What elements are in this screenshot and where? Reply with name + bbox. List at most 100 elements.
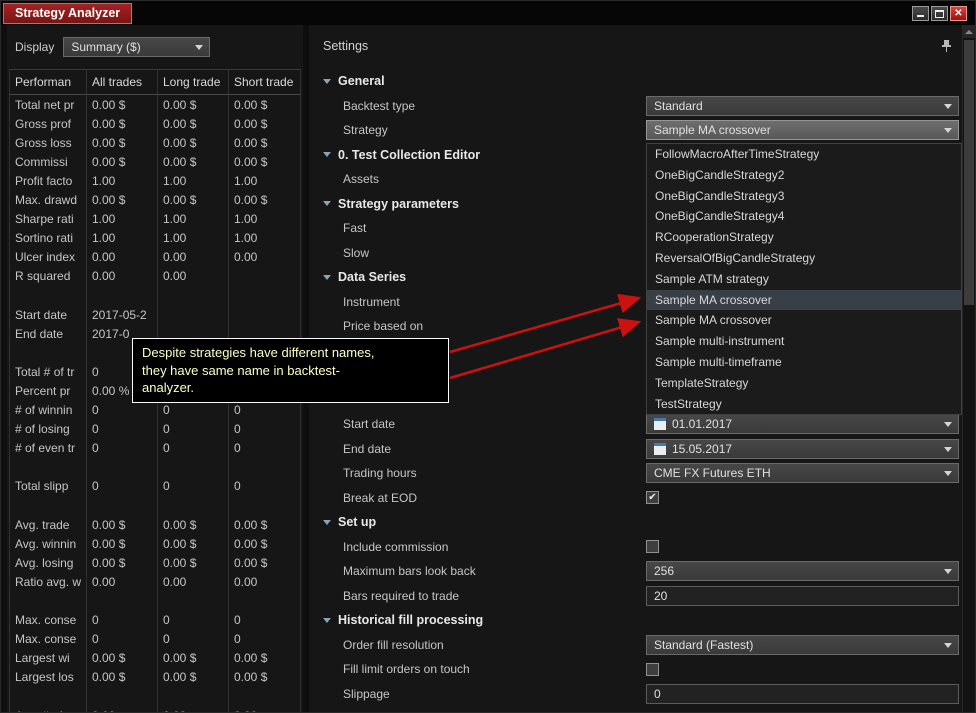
display-select[interactable]: Summary ($)	[63, 37, 211, 57]
setting-value: ✔	[646, 488, 959, 508]
strategy-option[interactable]: OneBigCandleStrategy2	[647, 165, 961, 186]
vertical-scrollbar[interactable]	[962, 25, 975, 712]
strategy-option[interactable]: FollowMacroAfterTimeStrategy	[647, 144, 961, 165]
expander-icon[interactable]	[323, 78, 331, 84]
setting-label: End date	[343, 441, 392, 456]
group-label: Set up	[338, 515, 377, 530]
table-row-label: Gross prof	[10, 114, 87, 134]
order-fill-resolution-select[interactable]: Standard (Fastest)	[646, 634, 959, 655]
table-cell: 0.00 $	[229, 667, 301, 687]
table-cell	[158, 285, 229, 306]
table-cell: 0.00	[158, 247, 229, 267]
window-title-tab[interactable]: Strategy Analyzer	[3, 3, 133, 24]
fill-limit-orders-on-touch-checkbox[interactable]	[646, 662, 659, 676]
settings-row-general[interactable]: General	[309, 69, 964, 94]
setting-label: Start date	[343, 417, 396, 432]
table-cell: 0.00 $	[158, 515, 229, 535]
strategy-option[interactable]: TestStrategy	[647, 394, 961, 415]
table-cell: 0.00	[229, 706, 301, 712]
strategy-option[interactable]: Sample MA crossover	[647, 289, 961, 311]
table-cell: 0	[87, 629, 158, 649]
combo-value: CME FX Futures ETH	[654, 466, 771, 480]
table-row-label: Max. drawd	[10, 190, 87, 210]
table-cell: 0.00 $	[158, 190, 229, 210]
setting-value: Sample MA crossover	[646, 120, 959, 140]
scrollbar-thumb[interactable]	[964, 40, 974, 305]
settings-row-maximum-bars-look-back: Maximum bars look back 256	[309, 559, 964, 584]
setting-value	[646, 537, 959, 557]
combo-value: Sample MA crossover	[654, 123, 771, 137]
table-header-0: Performan	[10, 69, 87, 95]
titlebar[interactable]: Strategy Analyzer ✕	[1, 1, 975, 25]
table-cell: 0.00 $	[229, 190, 301, 210]
start-date-date-field[interactable]: 01.01.2017	[646, 414, 959, 434]
table-cell	[158, 495, 229, 516]
setting-value	[646, 659, 959, 679]
settings-row-start-date: Start date 01.01.2017	[309, 412, 964, 437]
settings-row-set-up[interactable]: Set up	[309, 510, 964, 535]
table-cell: 0.00	[87, 706, 158, 712]
strategy-option[interactable]: Sample multi-timeframe	[647, 352, 961, 373]
table-cell: 0.00 $	[87, 152, 158, 172]
strategy-option[interactable]: OneBigCandleStrategy3	[647, 186, 961, 207]
bars-required-to-trade-input[interactable]: 20	[646, 585, 959, 606]
table-cell: 1.00	[158, 209, 229, 229]
table-cell: 0	[158, 400, 229, 420]
table-cell: 1.00	[87, 171, 158, 191]
table-cell: 0	[158, 438, 229, 458]
backtest-type-select[interactable]: Standard	[646, 95, 959, 116]
maximum-bars-look-back-select[interactable]: 256	[646, 561, 959, 581]
setting-label: Strategy	[343, 123, 388, 138]
table-cell: 0.00 $	[87, 648, 158, 668]
setting-label: Bars required to trade	[343, 588, 460, 603]
settings-row-slippage: Slippage 0	[309, 682, 964, 707]
include-commission-checkbox[interactable]	[646, 540, 659, 553]
pin-icon[interactable]	[941, 39, 952, 56]
table-row-label: Max. conse	[10, 629, 87, 649]
setting-label: Slippage	[343, 686, 390, 701]
strategy-option[interactable]: ReversalOfBigCandleStrategy	[647, 248, 961, 269]
setting-label: Maximum bars look back	[343, 564, 476, 579]
expander-icon[interactable]	[323, 617, 331, 623]
table-cell: 0	[158, 629, 229, 649]
settings-header: Settings	[323, 39, 954, 55]
trading-hours-select[interactable]: CME FX Futures ETH	[646, 463, 959, 483]
checkmark-icon: ✔	[648, 491, 657, 503]
strategy-option[interactable]: Sample ATM strategy	[647, 269, 961, 290]
table-cell: 0.00 $	[229, 515, 301, 535]
table-cell: 0.00 $	[229, 114, 301, 134]
expander-icon[interactable]	[323, 274, 331, 280]
strategy-dropdown-list: FollowMacroAfterTimeStrategy OneBigCandle…	[646, 143, 962, 416]
maximize-button[interactable]	[931, 6, 948, 21]
end-date-date-field[interactable]: 15.05.2017	[646, 438, 959, 459]
strategy-option[interactable]: TemplateStrategy	[647, 373, 961, 394]
settings-row-include-commission: Include commission	[309, 535, 964, 560]
settings-row-historical-fill-processing[interactable]: Historical fill processing	[309, 608, 964, 633]
strategy-option[interactable]: Sample MA crossover	[647, 310, 961, 331]
table-cell	[229, 285, 301, 306]
table-cell: 0	[87, 438, 158, 458]
table-cell: 0	[87, 400, 158, 420]
table-row-label: Ulcer index	[10, 247, 87, 267]
slippage-input[interactable]: 0	[646, 683, 959, 704]
break-at-eod-checkbox[interactable]: ✔	[646, 491, 659, 504]
table-header-3: Short trade	[229, 69, 301, 95]
setting-label: Backtest type	[343, 98, 416, 113]
table-cell: 0.00	[158, 706, 229, 712]
annotation-line: Despite strategies have different names,	[142, 345, 375, 360]
strategy-option[interactable]: OneBigCandleStrategy4	[647, 206, 961, 227]
table-cell: 1.00	[229, 228, 301, 248]
strategy-option[interactable]: RCooperationStrategy	[647, 227, 961, 248]
expander-icon[interactable]	[323, 519, 331, 525]
minimize-button[interactable]	[912, 6, 929, 21]
strategy-option[interactable]: Sample multi-instrument	[647, 331, 961, 352]
scroll-up-button[interactable]	[963, 25, 975, 38]
setting-value: 256	[646, 561, 959, 581]
table-cell	[229, 495, 301, 516]
close-button[interactable]: ✕	[950, 6, 967, 21]
strategy-select[interactable]: Sample MA crossover	[646, 120, 959, 140]
table-cell: 0.00 $	[158, 534, 229, 554]
expander-icon[interactable]	[323, 201, 331, 207]
expander-icon[interactable]	[323, 152, 331, 158]
table-row-label: Ratio avg. w	[10, 572, 87, 592]
